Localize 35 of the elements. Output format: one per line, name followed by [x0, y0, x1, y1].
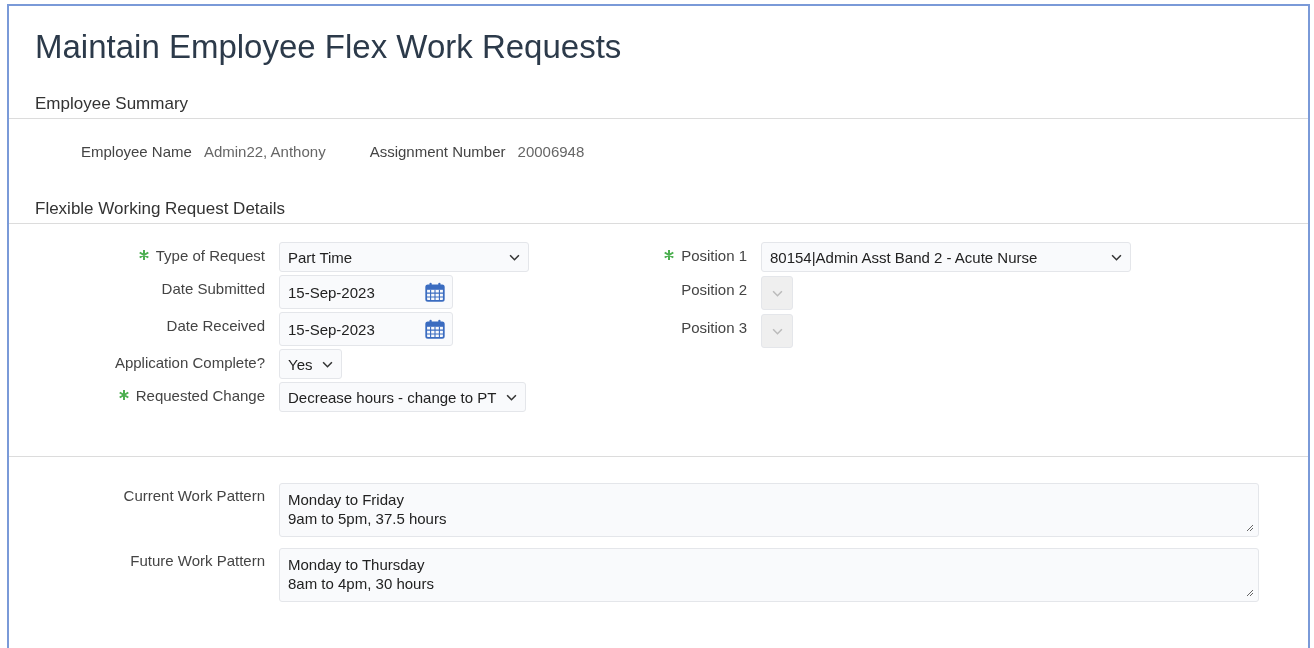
section-heading: Flexible Working Request Details — [9, 199, 1308, 224]
field-label: Date Submitted — [161, 280, 265, 297]
dropdown-field[interactable]: Part Time — [279, 242, 529, 272]
dropdown-field[interactable]: 80154|Admin Asst Band 2 - Acute Nurse — [761, 242, 1131, 272]
chevron-down-icon — [506, 393, 518, 401]
page-title: Maintain Employee Flex Work Requests — [34, 27, 623, 67]
section-heading: Employee Summary — [9, 94, 1308, 119]
date-field[interactable]: 15-Sep-2023 — [279, 312, 453, 346]
calendar-icon[interactable] — [424, 281, 446, 303]
dropdown-field[interactable]: Yes — [279, 349, 343, 379]
chevron-down-icon — [771, 289, 783, 297]
field-label: Requested Change — [135, 387, 265, 404]
resize-handle-icon[interactable] — [1246, 524, 1254, 532]
chevron-down-icon — [509, 253, 520, 261]
calendar-icon[interactable] — [424, 318, 446, 340]
chevron-down-icon — [771, 327, 783, 335]
chevron-down-icon — [1111, 253, 1122, 261]
text-area[interactable]: Monday to Friday 9am to 5pm, 37.5 hours — [279, 483, 1259, 537]
dropdown-field[interactable]: Decrease hours - change to PT — [279, 382, 527, 412]
field-label: Type of Request — [155, 247, 265, 264]
field-label: Position 1 — [681, 247, 747, 264]
field-label: Assignment Number — [369, 143, 506, 160]
chevron-down-icon — [322, 360, 334, 368]
field-label: Date Received — [166, 317, 265, 334]
field-label: Future Work Pattern — [129, 551, 265, 571]
field-label: Position 2 — [681, 281, 747, 298]
field-label: Application Complete? — [114, 354, 265, 371]
field-value: Admin22, Anthony — [203, 143, 326, 160]
resize-handle-icon[interactable] — [1246, 589, 1254, 597]
field-value: 20006948 — [517, 143, 585, 160]
date-field[interactable]: 15-Sep-2023 — [279, 275, 453, 309]
field-label: Employee Name — [81, 143, 192, 160]
field-label: Position 3 — [681, 319, 747, 336]
field-label: Current Work Pattern — [122, 486, 265, 506]
text-area[interactable]: Monday to Thursday 8am to 4pm, 30 hours — [279, 548, 1259, 602]
